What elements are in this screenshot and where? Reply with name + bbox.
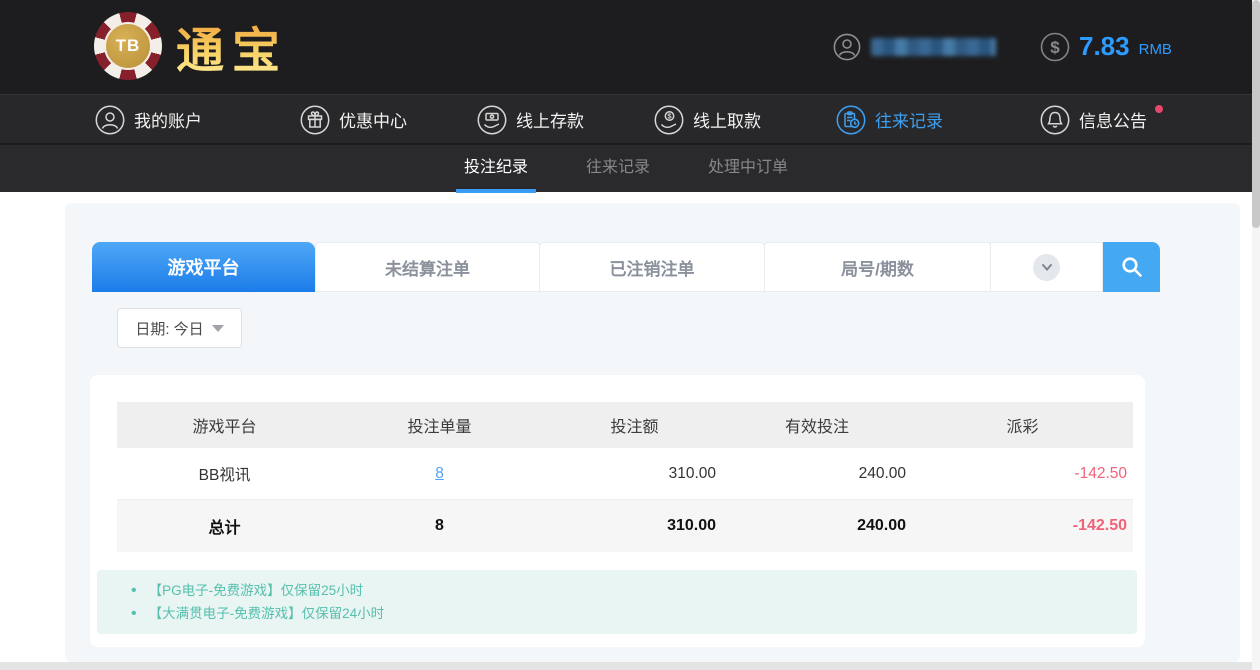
user-icon xyxy=(95,105,125,135)
cell-total-bet-count: 8 xyxy=(435,517,444,534)
bullet-icon: • xyxy=(131,582,137,599)
subnav-item-pending-orders[interactable]: 处理中订单 xyxy=(704,144,792,193)
col-header-payout: 派彩 xyxy=(1006,419,1039,436)
note-text: 【PG电子-免费游戏】仅保留25小时 xyxy=(148,583,364,598)
nav-label: 信息公告 xyxy=(1079,112,1147,131)
date-filter-dropdown[interactable]: 日期: 今日 xyxy=(117,308,242,348)
notification-dot xyxy=(1155,105,1163,113)
top-header: TB 通宝 $ 7.83 RMB xyxy=(0,0,1252,94)
scrollbar-thumb[interactable] xyxy=(1252,0,1260,228)
note-line: • 【PG电子-免费游戏】仅保留25小时 xyxy=(97,579,1127,602)
tab-cancelled-bets[interactable]: 已注销注单 xyxy=(539,242,765,292)
col-header-bet-amount: 投注额 xyxy=(610,419,659,436)
cell-total-bet-amount: 310.00 xyxy=(667,517,716,534)
note-text: 【大满贯电子-免费游戏】仅保留24小时 xyxy=(148,606,385,621)
username-redacted xyxy=(871,38,996,56)
records-icon xyxy=(836,105,866,135)
note-line: • 【大满贯电子-免费游戏】仅保留24小时 xyxy=(97,602,1127,625)
nav-item-withdraw[interactable]: $ 线上取款 xyxy=(654,95,761,144)
tab-game-platform[interactable]: 游戏平台 xyxy=(92,242,315,292)
site-name: 通宝 xyxy=(176,11,288,81)
balance-currency: RMB xyxy=(1138,41,1172,58)
cell-payout: -142.50 xyxy=(1074,464,1127,482)
bottom-edge-strip xyxy=(0,662,1260,670)
col-header-bet-count: 投注单量 xyxy=(407,419,472,436)
nav-label: 优惠中心 xyxy=(339,112,407,131)
nav-item-my-account[interactable]: 我的账户 xyxy=(95,95,202,144)
bet-count-link[interactable]: 8 xyxy=(435,465,444,482)
site-logo[interactable]: TB 通宝 xyxy=(94,11,288,81)
search-button[interactable] xyxy=(1103,242,1160,292)
cell-bet-amount: 310.00 xyxy=(668,464,716,482)
table-total-row: 总计 8 310.00 240.00 -142.50 xyxy=(117,500,1133,552)
col-header-platform: 游戏平台 xyxy=(192,419,257,436)
search-icon xyxy=(1120,255,1144,279)
user-icon xyxy=(833,33,861,61)
subnav-item-bet-records[interactable]: 投注纪录 xyxy=(455,144,537,193)
nav-label: 线上取款 xyxy=(693,112,761,131)
balance-display: $ 7.83 RMB xyxy=(1040,31,1172,62)
main-nav: 我的账户 优惠中心 线上存款 $ 线上取款 往来记录 信息公告 xyxy=(0,94,1252,143)
cell-total-valid-bet: 240.00 xyxy=(857,517,906,534)
sub-nav: 投注纪录 往来记录 处理中订单 xyxy=(0,143,1252,193)
cell-valid-bet: 240.00 xyxy=(858,464,906,482)
page-scrollbar[interactable] xyxy=(1252,0,1260,670)
gift-icon xyxy=(300,105,330,135)
logo-badge: TB xyxy=(104,22,152,70)
cell-platform: BB视讯 xyxy=(198,466,251,484)
nav-label: 往来记录 xyxy=(875,112,943,131)
bet-summary-table: 游戏平台 投注单量 投注额 有效投注 派彩 BB视讯 8 310.00 240.… xyxy=(117,402,1133,552)
subnav-item-transaction-records[interactable]: 往来记录 xyxy=(582,144,654,193)
deposit-icon xyxy=(477,105,507,135)
nav-label: 线上存款 xyxy=(516,112,584,131)
chevron-down-icon xyxy=(1033,253,1060,281)
cell-total-label: 总计 xyxy=(208,520,241,537)
svg-text:$: $ xyxy=(1050,38,1060,57)
dollar-circle-icon: $ xyxy=(1040,32,1070,62)
nav-item-promotions[interactable]: 优惠中心 xyxy=(300,95,407,144)
bell-icon xyxy=(1040,105,1070,135)
nav-item-deposit[interactable]: 线上存款 xyxy=(477,95,584,144)
nav-item-announcements[interactable]: 信息公告 xyxy=(1040,95,1163,144)
user-account[interactable] xyxy=(833,33,996,61)
content-panel: 游戏平台 未结算注单 已注销注单 局号/期数 日期: 今日 游戏平台 投注单量 … xyxy=(65,203,1240,662)
nav-label: 我的账户 xyxy=(134,112,202,131)
balance-amount: 7.83 xyxy=(1079,31,1130,61)
retention-notes: • 【PG电子-免费游戏】仅保留25小时 • 【大满贯电子-免费游戏】仅保留24… xyxy=(97,570,1137,634)
table-row: BB视讯 8 310.00 240.00 -142.50 xyxy=(117,448,1133,500)
table-header-row: 游戏平台 投注单量 投注额 有效投注 派彩 xyxy=(117,402,1133,448)
withdraw-icon: $ xyxy=(654,105,684,135)
bullet-icon: • xyxy=(131,605,137,622)
results-card: 游戏平台 投注单量 投注额 有效投注 派彩 BB视讯 8 310.00 240.… xyxy=(90,375,1145,647)
poker-chip-logo-icon: TB xyxy=(94,12,162,80)
caret-down-icon xyxy=(211,324,224,332)
cell-total-payout: -142.50 xyxy=(1072,517,1127,534)
tab-unsettled-bets[interactable]: 未结算注单 xyxy=(315,242,540,292)
expand-options-button[interactable] xyxy=(990,242,1103,292)
date-filter-label: 日期: 今日 xyxy=(135,320,204,338)
tab-round-number[interactable]: 局号/期数 xyxy=(764,242,991,292)
col-header-valid-bet: 有效投注 xyxy=(784,419,849,436)
nav-item-transaction-records[interactable]: 往来记录 xyxy=(836,95,943,144)
